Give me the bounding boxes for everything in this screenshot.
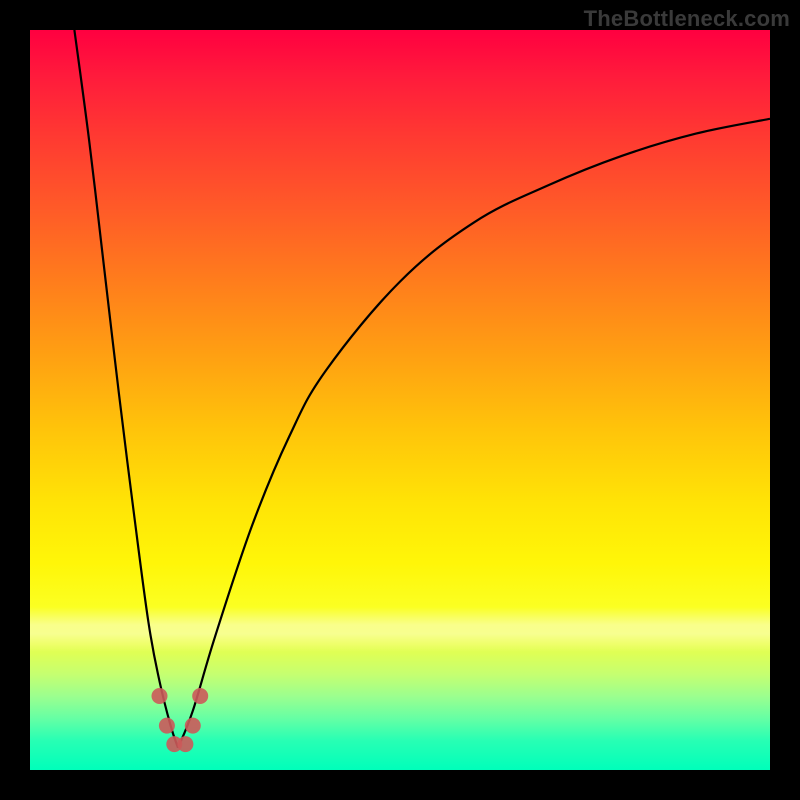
left-branch-line	[74, 30, 178, 748]
valley-marker-point	[152, 688, 168, 704]
valley-marker-point	[177, 736, 193, 752]
chart-frame: TheBottleneck.com	[0, 0, 800, 800]
plot-area	[30, 30, 770, 770]
valley-marker-point	[185, 718, 201, 734]
valley-marker-point	[159, 718, 175, 734]
right-branch-line	[178, 119, 770, 748]
valley-marker-point	[192, 688, 208, 704]
watermark-text: TheBottleneck.com	[584, 6, 790, 32]
curve-layer	[30, 30, 770, 770]
valley-markers	[152, 688, 209, 752]
